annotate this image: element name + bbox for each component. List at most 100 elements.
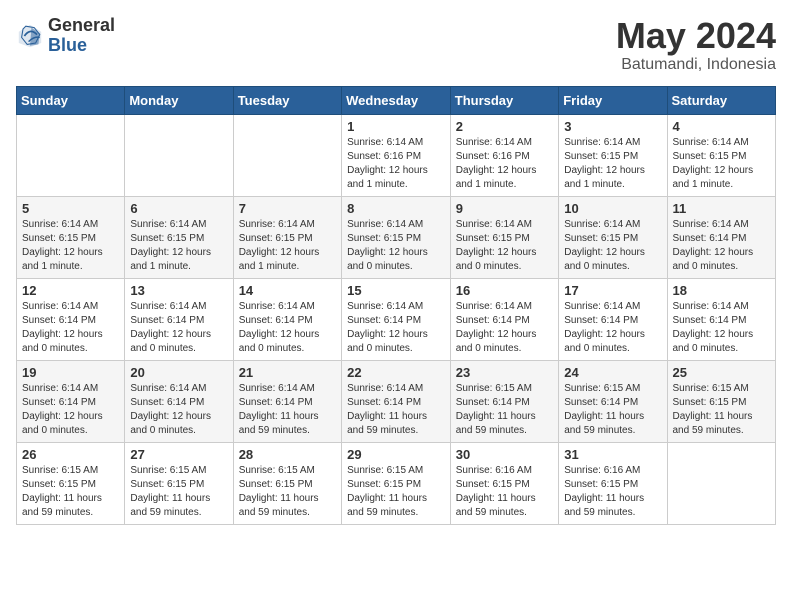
day-info: Sunrise: 6:14 AM Sunset: 6:14 PM Dayligh… [22, 382, 119, 438]
day-info: Sunrise: 6:14 AM Sunset: 6:14 PM Dayligh… [347, 300, 445, 356]
day-info: Sunrise: 6:15 AM Sunset: 6:15 PM Dayligh… [22, 464, 119, 520]
page-header: General Blue May 2024 Batumandi, Indones… [16, 16, 776, 74]
day-number: 1 [347, 119, 445, 134]
day-number: 21 [239, 365, 336, 380]
calendar-day-cell [125, 114, 233, 196]
day-number: 29 [347, 447, 445, 462]
day-info: Sunrise: 6:14 AM Sunset: 6:15 PM Dayligh… [564, 218, 661, 274]
day-number: 4 [673, 119, 771, 134]
calendar-day-cell: 27 Sunrise: 6:15 AM Sunset: 6:15 PM Dayli… [125, 442, 233, 524]
weekday-header: Friday [559, 86, 667, 114]
day-number: 31 [564, 447, 661, 462]
day-number: 5 [22, 201, 119, 216]
weekday-header-row: SundayMondayTuesdayWednesdayThursdayFrid… [17, 86, 776, 114]
calendar-week-row: 5 Sunrise: 6:14 AM Sunset: 6:15 PM Daylig… [17, 196, 776, 278]
logo-blue: Blue [48, 36, 115, 56]
day-number: 24 [564, 365, 661, 380]
day-info: Sunrise: 6:16 AM Sunset: 6:15 PM Dayligh… [564, 464, 661, 520]
day-info: Sunrise: 6:16 AM Sunset: 6:15 PM Dayligh… [456, 464, 553, 520]
calendar-table: SundayMondayTuesdayWednesdayThursdayFrid… [16, 86, 776, 525]
calendar-day-cell: 26 Sunrise: 6:15 AM Sunset: 6:15 PM Dayli… [17, 442, 125, 524]
calendar-week-row: 19 Sunrise: 6:14 AM Sunset: 6:14 PM Dayli… [17, 360, 776, 442]
day-info: Sunrise: 6:15 AM Sunset: 6:15 PM Dayligh… [130, 464, 227, 520]
day-info: Sunrise: 6:14 AM Sunset: 6:14 PM Dayligh… [564, 300, 661, 356]
day-info: Sunrise: 6:14 AM Sunset: 6:14 PM Dayligh… [239, 382, 336, 438]
day-info: Sunrise: 6:14 AM Sunset: 6:14 PM Dayligh… [673, 300, 771, 356]
day-number: 10 [564, 201, 661, 216]
day-info: Sunrise: 6:14 AM Sunset: 6:14 PM Dayligh… [130, 382, 227, 438]
calendar-day-cell: 24 Sunrise: 6:15 AM Sunset: 6:14 PM Dayli… [559, 360, 667, 442]
calendar-day-cell: 8Sunrise: 6:14 AM Sunset: 6:15 PM Daylig… [342, 196, 451, 278]
day-number: 19 [22, 365, 119, 380]
calendar-day-cell [17, 114, 125, 196]
calendar-day-cell: 29 Sunrise: 6:15 AM Sunset: 6:15 PM Dayli… [342, 442, 451, 524]
calendar-day-cell: 3 Sunrise: 6:14 AM Sunset: 6:15 PM Daylig… [559, 114, 667, 196]
day-number: 23 [456, 365, 553, 380]
day-number: 12 [22, 283, 119, 298]
calendar-day-cell: 13Sunrise: 6:14 AM Sunset: 6:14 PM Dayli… [125, 278, 233, 360]
calendar-day-cell: 25Sunrise: 6:15 AM Sunset: 6:15 PM Dayli… [667, 360, 776, 442]
calendar-day-cell: 6Sunrise: 6:14 AM Sunset: 6:15 PM Daylig… [125, 196, 233, 278]
logo-icon [16, 22, 44, 50]
calendar-day-cell: 14Sunrise: 6:14 AM Sunset: 6:14 PM Dayli… [233, 278, 341, 360]
calendar-day-cell [667, 442, 776, 524]
day-number: 28 [239, 447, 336, 462]
day-number: 3 [564, 119, 661, 134]
weekday-header: Wednesday [342, 86, 451, 114]
weekday-header: Thursday [450, 86, 558, 114]
logo-general: General [48, 16, 115, 36]
day-number: 16 [456, 283, 553, 298]
weekday-header: Sunday [17, 86, 125, 114]
day-info: Sunrise: 6:14 AM Sunset: 6:15 PM Dayligh… [456, 218, 553, 274]
calendar-week-row: 26 Sunrise: 6:15 AM Sunset: 6:15 PM Dayli… [17, 442, 776, 524]
day-number: 14 [239, 283, 336, 298]
day-info: Sunrise: 6:14 AM Sunset: 6:15 PM Dayligh… [22, 218, 119, 274]
day-info: Sunrise: 6:15 AM Sunset: 6:15 PM Dayligh… [239, 464, 336, 520]
day-number: 2 [456, 119, 553, 134]
calendar-day-cell: 17 Sunrise: 6:14 AM Sunset: 6:14 PM Dayli… [559, 278, 667, 360]
calendar-day-cell: 16 Sunrise: 6:14 AM Sunset: 6:14 PM Dayli… [450, 278, 558, 360]
title-block: May 2024 Batumandi, Indonesia [616, 16, 776, 74]
calendar-day-cell: 1 Sunrise: 6:14 AM Sunset: 6:16 PM Daylig… [342, 114, 451, 196]
calendar-day-cell [233, 114, 341, 196]
calendar-day-cell: 28 Sunrise: 6:15 AM Sunset: 6:15 PM Dayli… [233, 442, 341, 524]
day-info: Sunrise: 6:14 AM Sunset: 6:16 PM Dayligh… [347, 136, 445, 192]
day-info: Sunrise: 6:14 AM Sunset: 6:14 PM Dayligh… [22, 300, 119, 356]
day-number: 18 [673, 283, 771, 298]
location-title: Batumandi, Indonesia [616, 56, 776, 74]
day-info: Sunrise: 6:14 AM Sunset: 6:15 PM Dayligh… [239, 218, 336, 274]
calendar-day-cell: 18 Sunrise: 6:14 AM Sunset: 6:14 PM Dayli… [667, 278, 776, 360]
day-number: 13 [130, 283, 227, 298]
logo-text: General Blue [48, 16, 115, 56]
day-info: Sunrise: 6:14 AM Sunset: 6:15 PM Dayligh… [347, 218, 445, 274]
weekday-header: Tuesday [233, 86, 341, 114]
calendar-day-cell: 12 Sunrise: 6:14 AM Sunset: 6:14 PM Dayli… [17, 278, 125, 360]
month-title: May 2024 [616, 16, 776, 56]
calendar-day-cell: 23 Sunrise: 6:15 AM Sunset: 6:14 PM Dayli… [450, 360, 558, 442]
logo: General Blue [16, 16, 115, 56]
calendar-week-row: 1 Sunrise: 6:14 AM Sunset: 6:16 PM Daylig… [17, 114, 776, 196]
day-info: Sunrise: 6:15 AM Sunset: 6:14 PM Dayligh… [456, 382, 553, 438]
calendar-day-cell: 7 Sunrise: 6:14 AM Sunset: 6:15 PM Daylig… [233, 196, 341, 278]
day-info: Sunrise: 6:15 AM Sunset: 6:15 PM Dayligh… [347, 464, 445, 520]
day-info: Sunrise: 6:14 AM Sunset: 6:14 PM Dayligh… [456, 300, 553, 356]
day-number: 7 [239, 201, 336, 216]
calendar-day-cell: 31 Sunrise: 6:16 AM Sunset: 6:15 PM Dayli… [559, 442, 667, 524]
calendar-day-cell: 2Sunrise: 6:14 AM Sunset: 6:16 PM Daylig… [450, 114, 558, 196]
day-number: 17 [564, 283, 661, 298]
calendar-day-cell: 20 Sunrise: 6:14 AM Sunset: 6:14 PM Dayli… [125, 360, 233, 442]
day-number: 25 [673, 365, 771, 380]
day-number: 27 [130, 447, 227, 462]
day-number: 9 [456, 201, 553, 216]
calendar-day-cell: 19 Sunrise: 6:14 AM Sunset: 6:14 PM Dayli… [17, 360, 125, 442]
day-info: Sunrise: 6:15 AM Sunset: 6:14 PM Dayligh… [564, 382, 661, 438]
day-info: Sunrise: 6:14 AM Sunset: 6:14 PM Dayligh… [673, 218, 771, 274]
day-number: 20 [130, 365, 227, 380]
calendar-day-cell: 15Sunrise: 6:14 AM Sunset: 6:14 PM Dayli… [342, 278, 451, 360]
day-number: 26 [22, 447, 119, 462]
weekday-header: Saturday [667, 86, 776, 114]
day-info: Sunrise: 6:14 AM Sunset: 6:15 PM Dayligh… [564, 136, 661, 192]
calendar-day-cell: 10 Sunrise: 6:14 AM Sunset: 6:15 PM Dayli… [559, 196, 667, 278]
calendar-day-cell: 5 Sunrise: 6:14 AM Sunset: 6:15 PM Daylig… [17, 196, 125, 278]
day-info: Sunrise: 6:14 AM Sunset: 6:14 PM Dayligh… [347, 382, 445, 438]
